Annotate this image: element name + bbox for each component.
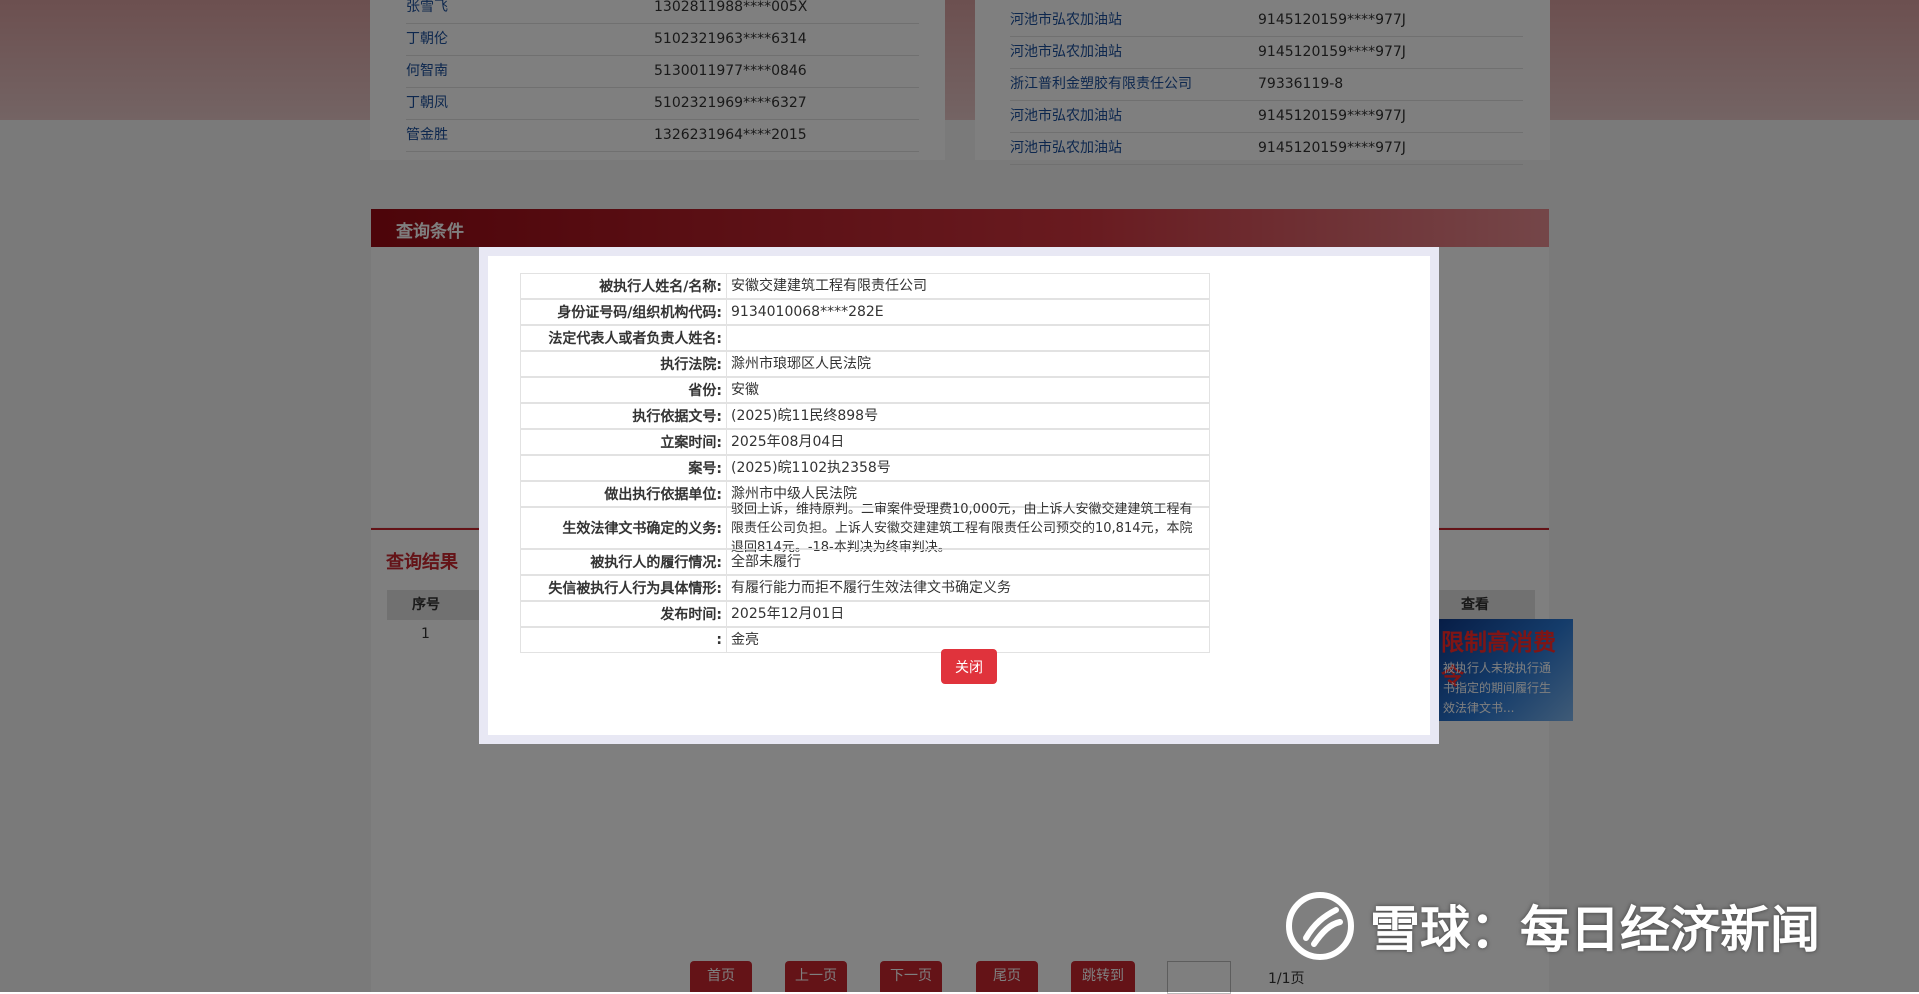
detail-label: 执行法院: [521, 352, 727, 376]
watermark-text: 雪球：每日经济新闻 [1370, 901, 1820, 959]
detail-row: 失信被执行人行为具体情形: 有履行能力而拒不履行生效法律文书确定义务 [520, 575, 1210, 601]
detail-row: 法定代表人或者负责人姓名: [520, 325, 1210, 351]
detail-label: 做出执行依据单位: [521, 482, 727, 506]
detail-row: 案号: (2025)皖1102执2358号 [520, 455, 1210, 481]
detail-label: 立案时间: [521, 430, 727, 454]
detail-label: : [521, 628, 727, 652]
detail-row: 生效法律文书确定的义务: 驳回上诉，维持原判。二审案件受理费10,000元，由上… [520, 501, 1210, 555]
detail-label: 发布时间: [521, 602, 727, 626]
detail-row: 被执行人姓名/名称: 安徽交建建筑工程有限责任公司 [520, 273, 1210, 299]
detail-label: 生效法律文书确定的义务: [521, 508, 727, 548]
detail-label: 身份证号码/组织机构代码: [521, 300, 727, 324]
detail-row: 立案时间: 2025年08月04日 [520, 429, 1210, 455]
detail-label: 省份: [521, 378, 727, 402]
detail-label: 被执行人的履行情况: [521, 550, 727, 574]
detail-label: 被执行人姓名/名称: [521, 274, 727, 298]
close-button[interactable]: 关闭 [941, 649, 997, 684]
detail-value: 安徽交建建筑工程有限责任公司 [731, 277, 927, 294]
detail-label: 执行依据文号: [521, 404, 727, 428]
detail-value: 滁州市琅琊区人民法院 [731, 355, 871, 372]
detail-row: 被执行人的履行情况: 全部未履行 [520, 549, 1210, 575]
detail-value: 安徽 [731, 381, 759, 398]
detail-row: 执行依据文号: (2025)皖11民终898号 [520, 403, 1210, 429]
detail-label: 法定代表人或者负责人姓名: [521, 326, 727, 350]
detail-value: 驳回上诉，维持原判。二审案件受理费10,000元，由上诉人安徽交建建筑工程有限责… [731, 501, 1193, 555]
detail-label: 案号: [521, 456, 727, 480]
detail-label: 失信被执行人行为具体情形: [521, 576, 727, 600]
detail-row: : 金亮 [520, 627, 1210, 653]
detail-value: 全部未履行 [731, 553, 801, 570]
detail-value: (2025)皖11民终898号 [731, 407, 879, 424]
detail-modal-body: 被执行人姓名/名称: 安徽交建建筑工程有限责任公司 身份证号码/组织机构代码: … [488, 256, 1430, 735]
snowball-logo-icon [1286, 892, 1354, 960]
detail-value: (2025)皖1102执2358号 [731, 459, 891, 476]
detail-value [731, 326, 1205, 350]
detail-row: 身份证号码/组织机构代码: 9134010068****282E [520, 299, 1210, 325]
watermark: 雪球：每日经济新闻 [1284, 890, 1820, 962]
detail-value: 2025年08月04日 [731, 433, 845, 450]
detail-modal: 被执行人姓名/名称: 安徽交建建筑工程有限责任公司 身份证号码/组织机构代码: … [479, 247, 1439, 744]
detail-value: 2025年12月01日 [731, 605, 845, 622]
detail-row: 发布时间: 2025年12月01日 [520, 601, 1210, 627]
detail-row: 执行法院: 滁州市琅琊区人民法院 [520, 351, 1210, 377]
detail-value: 有履行能力而拒不履行生效法律文书确定义务 [731, 579, 1011, 596]
detail-value: 9134010068****282E [731, 303, 884, 320]
detail-row: 省份: 安徽 [520, 377, 1210, 403]
